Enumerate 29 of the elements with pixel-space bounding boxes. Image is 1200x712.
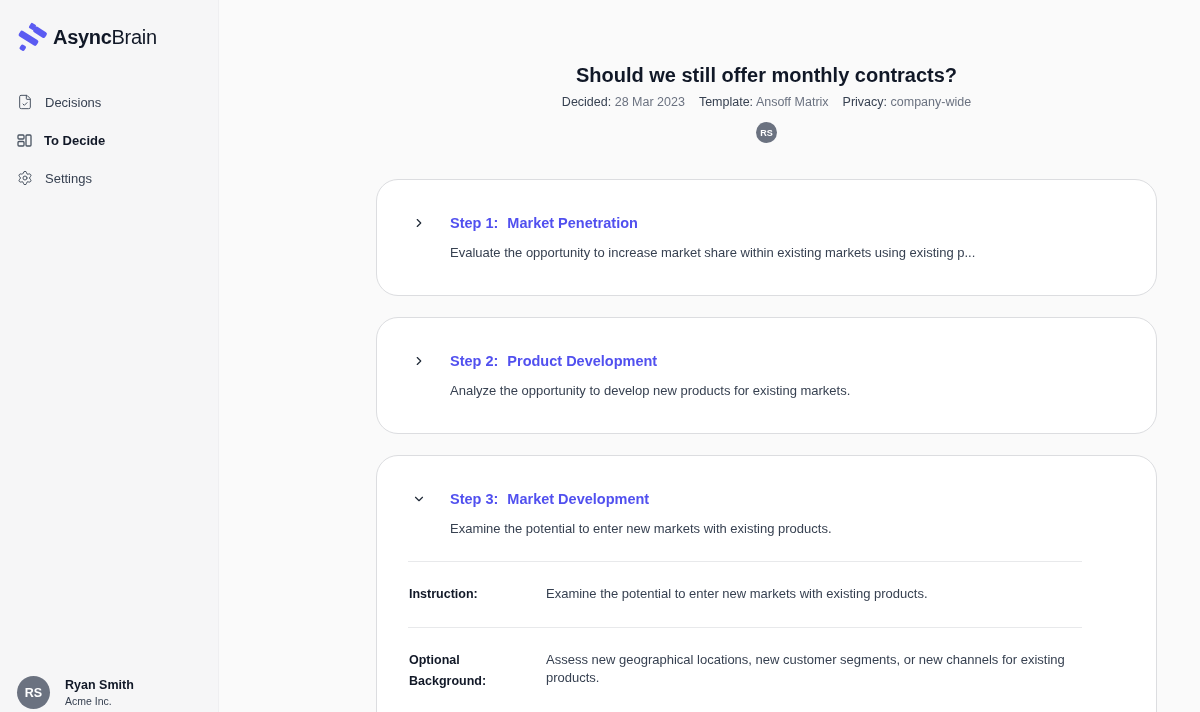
step-number: Step 2: (450, 352, 499, 371)
step-description: Analyze the opportunity to develop new products for existing markets. (450, 382, 852, 400)
step-description: Examine the potential to enter new markets with existing products. (450, 520, 833, 538)
step-description: Evaluate the opportunity to increase market share within existing markets using existing p... (450, 244, 977, 262)
user-avatar[interactable]: RS (17, 676, 50, 709)
layout-icon (17, 132, 32, 148)
decision-title: Should we still offer monthly contracts? (575, 63, 958, 88)
step-title: Market Development (507, 490, 650, 509)
step-title: Product Development (507, 352, 658, 371)
nav-item[interactable]: To Decide (16, 126, 106, 154)
step-title: Market Penetration (507, 214, 638, 233)
step-number: Step 3: (450, 490, 499, 509)
nav-item[interactable]: Settings (16, 164, 92, 192)
detail-label: Optional Background: (409, 652, 488, 690)
user-company: Acme Inc. (65, 695, 113, 707)
meta-item: Privacy: company-wide (842, 95, 972, 109)
document-check-icon (17, 94, 33, 110)
detail-value: Assess new geographical locations, new customer segments, or new channels for existing products. (546, 651, 1066, 687)
participant-avatar: RS (756, 122, 777, 143)
user-name: Ryan Smith (65, 678, 134, 692)
meta-item: Decided: 28 Mar 2023 (561, 95, 685, 109)
detail-value: Examine the potential to enter new markets with existing products. (546, 585, 929, 603)
logo-wordmark: AsyncBrain (53, 25, 157, 49)
settings-icon (17, 170, 33, 186)
nav-item[interactable]: Decisions (16, 88, 102, 116)
detail-label: Instruction: (409, 586, 479, 603)
meta-item: Template: Ansoff Matrix (698, 95, 829, 109)
logo-icon (16, 22, 48, 52)
step-number: Step 1: (450, 214, 499, 233)
